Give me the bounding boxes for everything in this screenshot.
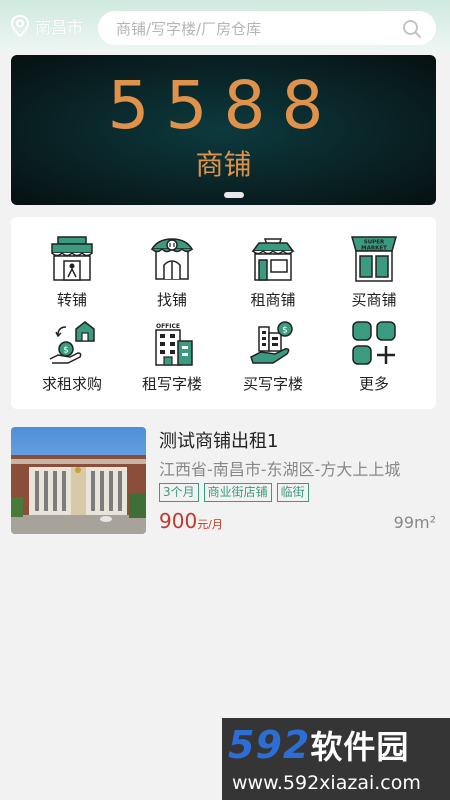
category-find-shop[interactable]: 找铺: [127, 235, 217, 315]
find-shop-icon: [150, 238, 194, 280]
search-placeholder: 商铺/写字楼/厂房仓库: [116, 19, 262, 38]
city-selector[interactable]: 南昌市: [10, 14, 83, 38]
buy-office-icon: $: [250, 321, 293, 364]
search-icon[interactable]: [402, 19, 422, 39]
category-transfer-shop[interactable]: 转铺: [27, 235, 117, 315]
seek-rent-buy-icon: $: [49, 321, 95, 364]
listing-area: 99m²: [393, 513, 436, 532]
category-label: 租写字楼: [141, 375, 202, 393]
category-label: 租商铺: [250, 291, 296, 309]
listing-tag: 商业街店铺: [203, 483, 272, 502]
category-rent-office[interactable]: OFFICE 租写字楼: [127, 319, 217, 399]
category-buy-office[interactable]: $ 买写字楼: [228, 319, 318, 399]
promo-banner[interactable]: 5588 商铺: [11, 55, 436, 205]
top-bar: 南昌市 商铺/写字楼/厂房仓库: [0, 0, 450, 52]
category-label: 转铺: [56, 291, 87, 309]
watermark-logo: 592软件园 www.592xiazai.com: [222, 718, 450, 800]
category-label: 买写字楼: [242, 375, 303, 393]
category-seek-rent-buy[interactable]: $ 求租求购: [27, 319, 117, 399]
listing-tags: 3个月 商业街店铺 临街: [159, 483, 309, 502]
category-label: 更多: [358, 375, 389, 393]
listing-price: 900元/月: [159, 509, 223, 533]
price-value: 900: [159, 509, 198, 533]
watermark-brand-text: 软件园: [310, 728, 410, 766]
category-grid: 转铺 找铺 租商铺 SUPER MARKET 买商铺 $ 求租求购 OFFICE…: [11, 217, 436, 409]
category-label: 求租求购: [41, 375, 102, 393]
svg-text:$: $: [63, 346, 69, 356]
shop-transfer-icon: [51, 236, 93, 281]
watermark-brand: 592软件园: [228, 722, 409, 768]
category-label: 找铺: [156, 291, 187, 309]
banner-page-indicator: [224, 192, 244, 198]
banner-subtitle: 商铺: [195, 148, 252, 181]
category-more[interactable]: 更多: [329, 319, 419, 399]
svg-text:$: $: [282, 326, 288, 336]
rent-shop-icon: [251, 238, 295, 281]
more-grid-icon: [352, 321, 396, 365]
category-buy-shop[interactable]: SUPER MARKET 买商铺: [329, 235, 419, 315]
price-unit: 元/月: [197, 518, 223, 531]
office-building-icon: OFFICE: [155, 323, 193, 366]
watermark-digits: 592: [228, 723, 311, 767]
search-input[interactable]: 商铺/写字楼/厂房仓库: [98, 11, 436, 45]
listing-tag: 3个月: [159, 483, 199, 502]
category-label: 买商铺: [351, 291, 397, 309]
office-icon-text: OFFICE: [156, 323, 180, 330]
listing-card[interactable]: 测试商铺出租1 江西省-南昌市-东湖区-方大上上城 3个月 商业街店铺 临街 9…: [11, 425, 436, 537]
listing-address: 江西省-南昌市-东湖区-方大上上城: [159, 460, 401, 479]
city-name: 南昌市: [35, 18, 84, 37]
category-rent-shop[interactable]: 租商铺: [228, 235, 318, 315]
location-pin-icon: [10, 15, 30, 37]
banner-number: 5588: [107, 67, 340, 144]
listing-thumbnail: [11, 427, 146, 534]
watermark-url: www.592xiazai.com: [232, 772, 421, 794]
supermarket-icon: SUPER MARKET: [351, 236, 397, 282]
listing-title: 测试商铺出租1: [159, 431, 279, 452]
listing-tag: 临街: [276, 483, 309, 502]
